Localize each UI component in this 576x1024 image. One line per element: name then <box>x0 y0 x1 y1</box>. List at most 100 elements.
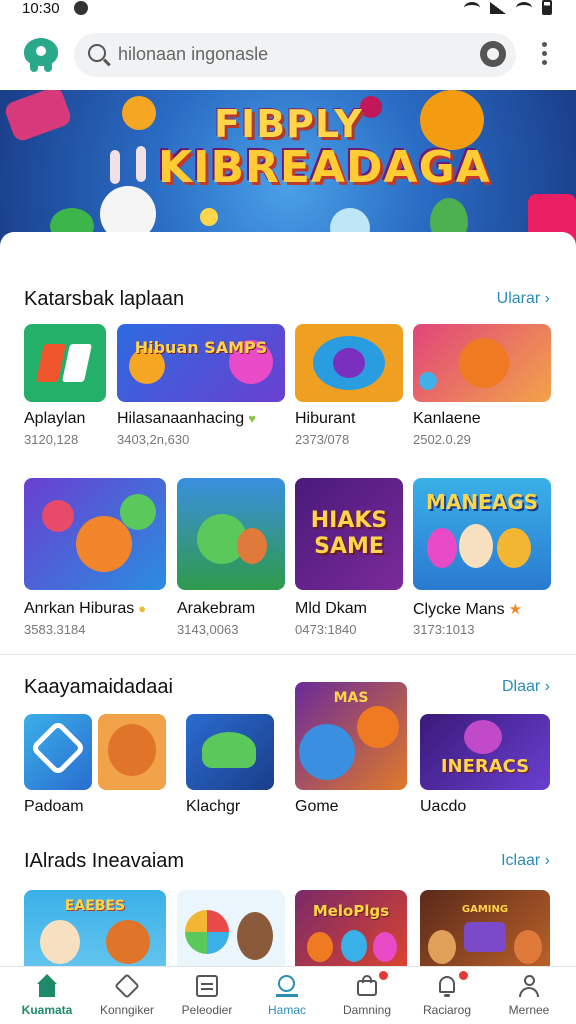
app-name: Arakebram <box>177 600 256 617</box>
app-count: 2502.0.29 <box>413 432 471 447</box>
more-options-icon[interactable] <box>542 42 548 68</box>
nav-item-home[interactable]: Kuamata <box>6 967 88 1024</box>
bag-icon <box>354 974 380 998</box>
app-header: hilonaan ingonasle <box>0 22 576 88</box>
app-thumbnail <box>24 478 166 590</box>
app-count: 3173:1013 <box>413 622 475 637</box>
home-icon <box>34 974 60 998</box>
nav-label: Konngiker <box>99 1003 155 1017</box>
app-name: Uacdo <box>420 798 467 815</box>
app-thumbnail: Hibuan SAMPS <box>117 324 285 402</box>
signal-icon <box>490 1 506 14</box>
board-icon <box>194 974 220 998</box>
battery-icon <box>542 0 552 15</box>
section-title: IAlrads Ineavaiam <box>24 850 185 872</box>
nav-item-profile[interactable]: Mernee <box>488 967 570 1024</box>
app-count: 3143,0063 <box>177 622 239 637</box>
app-name: Padoam <box>24 798 84 815</box>
thumbnail-label: HIAKS SAME <box>310 508 388 559</box>
app-card[interactable]: Arakebram 3143,0063 <box>177 478 285 640</box>
app-card[interactable]: MANEAGS Clycke Mans ★ 3173:1013 <box>413 478 551 640</box>
person-icon <box>516 974 542 998</box>
section-title: Katarsbak laplaan <box>24 288 185 310</box>
app-card[interactable]: Hiburant 2373/078 <box>295 324 403 454</box>
app-thumbnail <box>98 714 166 790</box>
app-name: Klachgr <box>186 798 241 815</box>
section-more-link[interactable]: Dlaar › <box>502 678 550 696</box>
app-logo-icon[interactable] <box>22 36 60 72</box>
search-input[interactable]: hilonaan ingonasle <box>74 33 516 77</box>
app-count: 2373/078 <box>295 432 350 447</box>
section-more-link[interactable]: Iclaar › <box>501 852 550 870</box>
app-card[interactable]: GAMING <box>420 890 550 968</box>
tag-icon <box>114 973 140 999</box>
nav-item-notifications[interactable]: Raciarog <box>406 967 488 1024</box>
heart-icon: ♥ <box>248 411 256 426</box>
app-name: Gome <box>295 798 339 815</box>
nav-label: Kuamata <box>21 1003 73 1017</box>
nav-label: Raciarog <box>422 1003 472 1017</box>
app-card[interactable]: Klachgr <box>186 714 274 824</box>
app-thumbnail: EAEBES <box>24 890 166 968</box>
app-thumbnail: INERACS <box>420 714 550 790</box>
main-content: Katarsbak laplaan Ularar › Aplaylan 3120… <box>0 232 576 968</box>
app-card[interactable]: Kanlaene 2502.0.29 <box>413 324 551 454</box>
app-card[interactable]: Padoam <box>24 714 166 824</box>
app-thumbnail <box>295 324 403 402</box>
featured-banner[interactable]: FIBPLY KIBREADAGA <box>0 90 576 250</box>
app-card[interactable]: MeloPlgs <box>295 890 407 968</box>
app-count: 0473:1840 <box>295 622 357 637</box>
app-name: Hiburant <box>295 410 356 427</box>
app-thumbnail <box>186 714 274 790</box>
app-thumbnail: HIAKS SAME <box>295 478 403 590</box>
section-more-link[interactable]: Ularar › <box>497 290 550 308</box>
status-icons <box>464 0 552 15</box>
nav-item-tags[interactable]: Konngiker <box>86 967 168 1024</box>
app-card[interactable]: INERACS Uacdo <box>420 714 550 824</box>
notification-badge <box>459 971 468 980</box>
section-divider <box>0 654 576 655</box>
app-thumbnail: GAMING <box>420 890 550 968</box>
thumbnail-label: MANEAGS <box>425 490 539 514</box>
nav-label: Peleodier <box>181 1003 233 1017</box>
app-card[interactable]: Anrkan Hiburas ● 3583.3184 <box>24 478 166 640</box>
status-bar: 10:30 <box>0 0 576 18</box>
thumbnail-label: GAMING <box>461 904 509 915</box>
app-thumbnail: MeloPlgs <box>295 890 407 968</box>
star-icon: ● <box>138 601 147 616</box>
app-count: 3120,128 <box>24 432 79 447</box>
app-thumbnail <box>24 324 106 402</box>
app-card[interactable]: Hibuan SAMPS Hilasanaanhacing ♥ 3403,2n,6… <box>117 324 285 454</box>
app-count: 3403,2n,630 <box>117 432 190 447</box>
search-placeholder: hilonaan ingonasle <box>118 44 269 64</box>
thumbnail-label: EAEBES <box>64 898 126 914</box>
banner-title-top: FIBPLY <box>214 102 363 146</box>
nav-item-bag[interactable]: Damning <box>326 967 408 1024</box>
app-card[interactable]: Aplaylan 3120,128 <box>24 324 106 454</box>
banner-title-main: KIBREADAGA <box>158 142 491 193</box>
app-thumbnail <box>413 324 551 402</box>
app-name: Hilasanaanhacing ♥ <box>117 410 256 427</box>
thumbnail-label: Hibuan SAMPS <box>134 338 268 357</box>
lens-icon[interactable] <box>480 41 506 67</box>
app-card[interactable]: MAS Gome <box>295 682 407 824</box>
app-thumbnail: MAS <box>295 682 407 790</box>
nav-item-search[interactable]: Hamac <box>246 967 328 1024</box>
app-card[interactable]: EAEBES <box>24 890 166 968</box>
search-icon <box>88 44 106 62</box>
bottom-navigation: Kuamata Konngiker Peleodier Hamac Damnin… <box>0 966 576 1024</box>
sync-icon <box>74 1 88 15</box>
search-icon <box>274 974 300 998</box>
thumbnail-label: INERACS <box>440 756 530 777</box>
app-count: 3583.3184 <box>24 622 86 637</box>
app-card[interactable] <box>177 890 285 968</box>
app-name: Mld Dkam <box>295 600 368 617</box>
nav-label: Mernee <box>508 1003 550 1017</box>
nav-item-board[interactable]: Peleodier <box>166 967 248 1024</box>
thumbnail-label: MAS <box>333 690 369 706</box>
status-time: 10:30 <box>22 0 60 17</box>
app-card[interactable]: HIAKS SAME Mld Dkam 0473:1840 <box>295 478 403 640</box>
star-icon: ★ <box>508 601 523 618</box>
section-title: Kaayamaidadaai <box>24 676 173 698</box>
notification-badge <box>379 971 388 980</box>
